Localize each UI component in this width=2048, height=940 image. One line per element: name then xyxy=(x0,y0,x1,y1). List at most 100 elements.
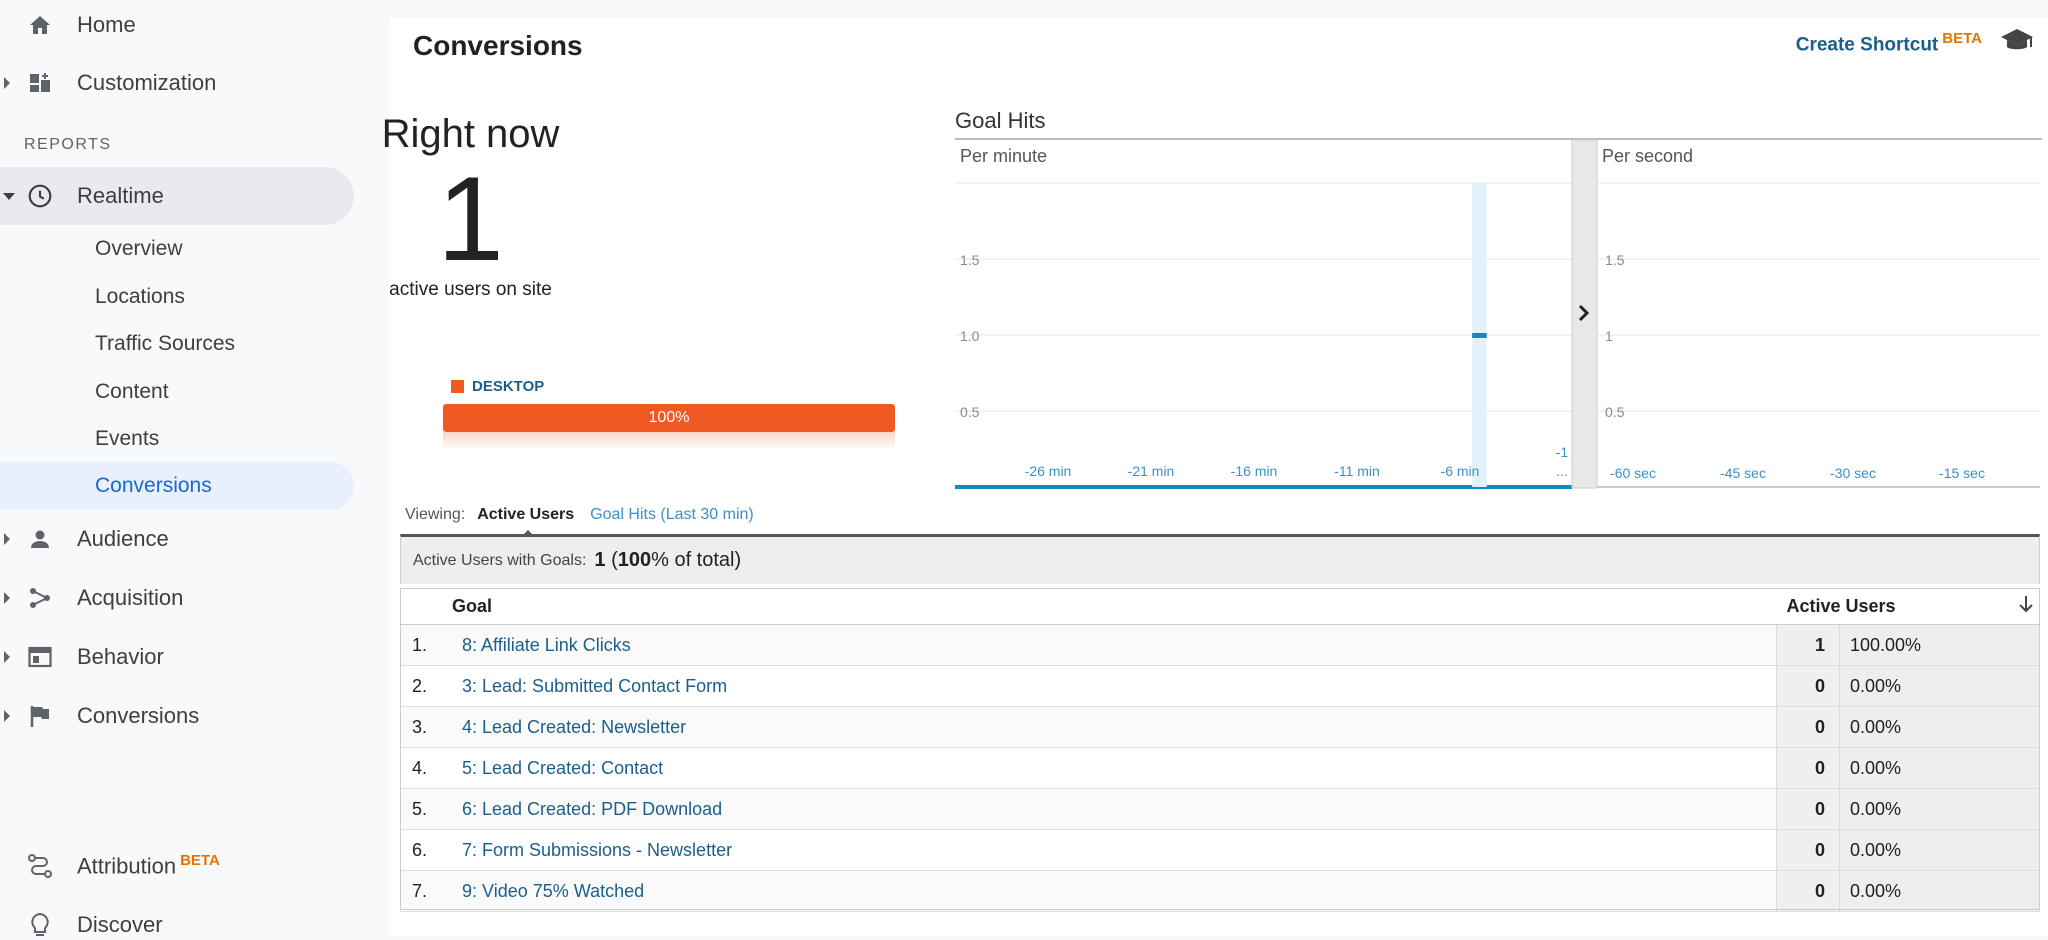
active-users-percent: 0.00% xyxy=(1839,747,2040,789)
sort-arrow-icon[interactable] xyxy=(2018,594,2034,619)
chevron-right-icon xyxy=(4,651,10,663)
y-tick-label: 1 xyxy=(1605,328,1613,344)
goal-link[interactable]: 6: Lead Created: PDF Download xyxy=(452,799,722,819)
tab-active-users[interactable]: Active Users xyxy=(477,506,574,538)
per-second-y-ticks: 1.5 1 0.5 xyxy=(1605,252,1625,420)
x-tick-label: -6 min xyxy=(1441,463,1480,479)
goal-cell: 5: Lead Created: Contact xyxy=(452,747,1777,789)
active-users-value: 0 xyxy=(1776,870,1840,912)
y-tick-label: 0.5 xyxy=(1605,404,1625,420)
per-minute-y-ticks: 1.5 1.0 0.5 xyxy=(960,252,980,420)
per-minute-bars xyxy=(1472,183,1487,487)
behavior-icon xyxy=(26,643,54,671)
summary-label: Active Users with Goals: xyxy=(413,551,587,569)
goal-link[interactable]: 7: Form Submissions - Newsletter xyxy=(452,840,732,860)
goal-header-label: Goal xyxy=(452,595,493,616)
goal-cell: 3: Lead: Submitted Contact Form xyxy=(452,665,1777,707)
row-index: 2. xyxy=(400,665,452,707)
goal-cell: 8: Affiliate Link Clicks xyxy=(452,624,1777,666)
sidebar-item-label: Attribution xyxy=(77,853,177,879)
sidebar-item-label: Conversions xyxy=(77,703,200,728)
index-header xyxy=(400,588,452,625)
y-tick-label: 0.5 xyxy=(960,404,980,420)
table-row: 5. 6: Lead Created: PDF Download 0 0.00% xyxy=(400,788,2040,830)
viewing-label: Viewing: xyxy=(405,506,466,523)
x-tick-label: -15 sec xyxy=(1939,465,1985,481)
summary-bar: Active Users with Goals: 1 (100% of tota… xyxy=(400,534,2040,584)
summary-suffix: % of total) xyxy=(651,549,742,571)
viewing-tabs: Viewing: Active Users Goal Hits (Last 30… xyxy=(405,506,754,538)
flag-icon xyxy=(26,702,54,730)
goals-table: Goal Active Users 1. 8: Affiliate Link Cl… xyxy=(400,588,2040,912)
x-tick-label: -21 min xyxy=(1128,463,1175,479)
sidebar-item-label: Behavior xyxy=(77,644,164,669)
sidebar-item-label: Discover xyxy=(77,912,163,937)
per-minute-label: Per minute xyxy=(960,146,1047,166)
active-users-value: 0 xyxy=(1776,747,1840,789)
goal-link[interactable]: 8: Affiliate Link Clicks xyxy=(452,635,631,655)
goal-link[interactable]: 5: Lead Created: Contact xyxy=(452,758,663,778)
goal-cell: 4: Lead Created: Newsletter xyxy=(452,706,1777,748)
x-tick-label: -16 min xyxy=(1231,463,1278,479)
table-row: 2. 3: Lead: Submitted Contact Form 0 0.00% xyxy=(400,665,2040,707)
table-row: 4. 5: Lead Created: Contact 0 0.00% xyxy=(400,747,2040,789)
y-tick-label: 1.0 xyxy=(960,328,980,344)
x-tick-label: -30 sec xyxy=(1830,465,1876,481)
sidebar-item-label: Audience xyxy=(77,526,169,551)
goal-cell: 7: Form Submissions - Newsletter xyxy=(452,829,1777,871)
per-second-grid xyxy=(1597,182,2040,488)
goal-cell: 6: Lead Created: PDF Download xyxy=(452,788,1777,830)
active-users-value: 0 xyxy=(1776,665,1840,707)
table-row: 6. 7: Form Submissions - Newsletter 0 0.00% xyxy=(400,829,2040,871)
x-tick-label: -26 min xyxy=(1025,463,1072,479)
y-tick-label: 1.5 xyxy=(1605,252,1625,268)
row-index: 6. xyxy=(400,829,452,871)
table-row: 1. 8: Affiliate Link Clicks 1 100.00% xyxy=(400,624,2040,666)
row-index: 1. xyxy=(400,624,452,666)
users-header-label: Active Users xyxy=(1786,595,1896,616)
active-users-value: 1 xyxy=(1776,624,1840,666)
table-row: 7. 9: Video 75% Watched 0 0.00% xyxy=(400,870,2040,912)
attribution-icon xyxy=(26,852,54,880)
tab-goal-hits[interactable]: Goal Hits (Last 30 min) xyxy=(590,506,754,524)
goal-column-header[interactable]: Goal xyxy=(452,588,1777,625)
goal-link[interactable]: 4: Lead Created: Newsletter xyxy=(452,717,686,737)
summary-percent: 100 xyxy=(617,549,652,571)
per-second-label: Per second xyxy=(1602,146,1693,166)
goal-link[interactable]: 3: Lead: Submitted Contact Form xyxy=(452,676,727,696)
active-users-value: 0 xyxy=(1776,706,1840,748)
active-users-percent: 0.00% xyxy=(1839,829,2040,871)
x-tick-label: -11 min xyxy=(1334,463,1380,479)
goal-link[interactable]: 9: Video 75% Watched xyxy=(452,881,644,901)
row-index: 5. xyxy=(400,788,452,830)
chevron-right-icon xyxy=(4,533,10,545)
active-users-percent: 0.00% xyxy=(1839,870,2040,912)
active-users-percent: 100.00% xyxy=(1839,624,2040,666)
active-users-value: 0 xyxy=(1776,829,1840,871)
beta-badge: BETA xyxy=(180,852,220,870)
row-index: 4. xyxy=(400,747,452,789)
per-second-x-ticks: -60 sec -45 sec -30 sec -15 sec xyxy=(1610,465,1985,481)
table-header-row: Goal Active Users xyxy=(400,588,2040,625)
chevron-right-icon xyxy=(4,710,10,722)
lightbulb-icon xyxy=(26,911,54,939)
active-users-percent: 0.00% xyxy=(1839,665,2040,707)
per-minute-x-ticks: -26 min -21 min -16 min -11 min -6 min -1... xyxy=(1025,444,1569,479)
x-tick-label: ... xyxy=(1556,463,1568,479)
active-users-value: 0 xyxy=(1776,788,1840,830)
summary-value: 1 (100% of total) xyxy=(594,549,742,571)
row-index: 3. xyxy=(400,706,452,748)
active-users-percent: 0.00% xyxy=(1839,788,2040,830)
person-icon xyxy=(26,525,54,553)
y-tick-label: 1.5 xyxy=(960,252,980,268)
active-users-percent: 0.00% xyxy=(1839,706,2040,748)
goal-cell: 9: Video 75% Watched xyxy=(452,870,1777,912)
acquisition-icon xyxy=(26,584,54,612)
summary-count: 1 xyxy=(594,549,606,571)
x-tick-label: -60 sec xyxy=(1610,465,1656,481)
active-users-column-header[interactable]: Active Users xyxy=(1776,588,2040,625)
x-tick-label: -1 xyxy=(1556,444,1569,460)
goal-hits-charts: Per minute 1.5 1.0 0.5 -26 min -21 min -16 m… xyxy=(955,139,2040,489)
table-row: 3. 4: Lead Created: Newsletter 0 0.00% xyxy=(400,706,2040,748)
chevron-right-icon xyxy=(4,592,10,604)
